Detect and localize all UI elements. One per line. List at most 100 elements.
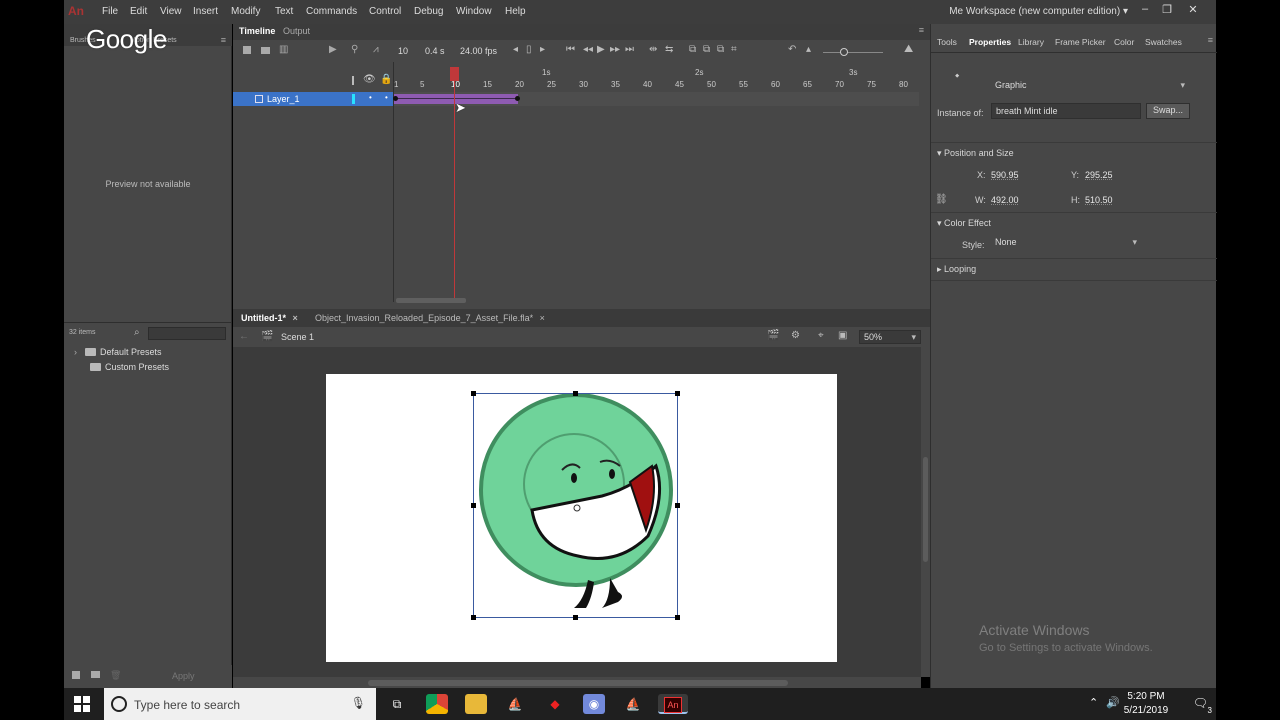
menu-edit[interactable]: Edit bbox=[130, 6, 147, 17]
list-item[interactable]: › Default Presets bbox=[74, 347, 162, 357]
new-folder-icon[interactable] bbox=[72, 671, 80, 679]
step-back-icon[interactable]: ◂ bbox=[513, 44, 518, 55]
menu-help[interactable]: Help bbox=[505, 6, 526, 17]
menu-text[interactable]: Text bbox=[275, 6, 293, 17]
vertical-scrollbar[interactable] bbox=[921, 347, 930, 677]
notification-icon[interactable]: 🗨 bbox=[1193, 696, 1208, 710]
last-frame-icon[interactable]: ⏭ bbox=[625, 44, 634, 55]
w-value[interactable]: 492.00 bbox=[991, 195, 1019, 205]
tab-color[interactable]: Color bbox=[1114, 37, 1134, 47]
timeline-scrollbar[interactable] bbox=[396, 298, 466, 303]
file-explorer-icon[interactable] bbox=[465, 694, 487, 714]
menu-modify[interactable]: Modify bbox=[231, 6, 260, 17]
layer-name[interactable]: Layer_1 bbox=[267, 94, 300, 104]
resize-handle[interactable] bbox=[675, 615, 680, 620]
microphone-icon[interactable]: 🎙 bbox=[351, 696, 366, 710]
layer-color-marker[interactable] bbox=[352, 94, 355, 104]
frame-marker-icon[interactable]: ▯ bbox=[526, 44, 532, 55]
tab-untitled-1[interactable]: Untitled-1* × bbox=[241, 313, 298, 323]
zoom-in-icon[interactable]: ⛰ bbox=[904, 43, 913, 56]
center-frame-icon[interactable]: ⇆ bbox=[665, 44, 673, 55]
taskbar-search[interactable]: Type here to search 🎙 bbox=[104, 688, 376, 720]
color-effect-section[interactable]: ▾ Color Effect bbox=[937, 218, 991, 229]
first-frame-icon[interactable]: ⏮ bbox=[566, 44, 575, 55]
trash-icon[interactable]: 🗑 bbox=[110, 670, 121, 681]
folder-icon[interactable] bbox=[91, 671, 100, 678]
position-size-section[interactable]: ▾ Position and Size bbox=[937, 148, 1014, 159]
frame-rate[interactable]: 24.00 fps bbox=[460, 46, 497, 56]
list-item[interactable]: Custom Presets bbox=[90, 362, 169, 372]
swap-button[interactable]: Swap... bbox=[1146, 103, 1190, 119]
prev-frame-icon[interactable]: ◂◂ bbox=[583, 44, 593, 55]
tab-timeline[interactable]: Timeline bbox=[239, 26, 275, 36]
resize-handle[interactable] bbox=[573, 391, 578, 396]
menu-file[interactable]: File bbox=[102, 6, 118, 17]
undo-icon[interactable]: ↶ bbox=[788, 44, 796, 55]
animate-taskbar-icon[interactable]: An bbox=[658, 694, 688, 714]
steam-icon[interactable]: ⛵ bbox=[622, 694, 644, 714]
resize-handle[interactable] bbox=[471, 615, 476, 620]
lock-dot-icon[interactable]: • bbox=[385, 93, 388, 102]
instance-of-field[interactable]: breath Mint idle bbox=[991, 103, 1141, 119]
scene-label[interactable]: Scene 1 bbox=[281, 332, 314, 342]
roblox-icon[interactable]: ◆ bbox=[544, 694, 566, 714]
symbol-type-select[interactable]: Graphic ▾ bbox=[991, 78, 1189, 94]
resize-handle[interactable] bbox=[675, 503, 680, 508]
onion-range-icon[interactable]: ⌗ bbox=[731, 44, 737, 55]
task-view-icon[interactable]: ⧉ bbox=[386, 694, 408, 714]
x-value[interactable]: 590.95 bbox=[991, 170, 1019, 180]
resize-handle[interactable] bbox=[471, 391, 476, 396]
step-forward-icon[interactable]: ▸ bbox=[540, 44, 545, 55]
resize-handle[interactable] bbox=[675, 391, 680, 396]
minimize-button[interactable]: – bbox=[1134, 3, 1156, 19]
zoom-select[interactable]: 50% ▾ bbox=[859, 330, 921, 344]
layer-row[interactable]: Layer_1 • • bbox=[233, 92, 393, 106]
scrollbar-thumb[interactable] bbox=[368, 680, 788, 686]
current-time[interactable]: 0.4 s bbox=[425, 46, 445, 56]
presets-search-input[interactable] bbox=[148, 327, 226, 340]
restore-button[interactable]: ❐ bbox=[1156, 3, 1178, 19]
tab-output[interactable]: Output bbox=[283, 26, 310, 36]
eye-icon[interactable]: 👁 bbox=[363, 74, 376, 85]
edit-scene-icon[interactable]: 🎬 bbox=[767, 330, 779, 341]
apply-button[interactable]: Apply bbox=[172, 671, 195, 681]
workspace-selector[interactable]: Me Workspace (new computer edition) ▾ bbox=[949, 6, 1128, 17]
selection-box[interactable] bbox=[473, 393, 678, 618]
slider-handle[interactable] bbox=[840, 48, 848, 56]
back-arrow-icon[interactable]: ← bbox=[239, 331, 249, 342]
menu-insert[interactable]: Insert bbox=[193, 6, 218, 17]
frame-ruler[interactable]: 1 5 10 15 20 25 30 35 40 45 50 55 60 65 … bbox=[394, 66, 919, 89]
clip-content-icon[interactable]: ▣ bbox=[838, 330, 847, 341]
keyframe-icon[interactable] bbox=[515, 96, 520, 101]
folder-icon[interactable] bbox=[261, 47, 270, 54]
tab-properties[interactable]: Properties bbox=[969, 37, 1011, 47]
tab-frame-picker[interactable]: Frame Picker bbox=[1055, 37, 1106, 47]
edit-multiple-icon[interactable]: ⧉ bbox=[717, 44, 724, 55]
trash-icon[interactable]: ▥ bbox=[279, 44, 288, 55]
loop-icon[interactable]: ⇹ bbox=[649, 44, 657, 55]
link-icon[interactable]: ⛓ bbox=[935, 194, 948, 205]
panel-menu-icon[interactable]: ≡ bbox=[1208, 35, 1213, 45]
close-button[interactable]: ✕ bbox=[1182, 3, 1204, 19]
keyframe-icon[interactable] bbox=[393, 96, 398, 101]
chevron-up-icon[interactable]: ⌃ bbox=[1089, 696, 1098, 709]
chrome-icon[interactable] bbox=[426, 694, 448, 714]
center-stage-icon[interactable]: ⌖ bbox=[818, 330, 824, 341]
panel-menu-icon[interactable]: ≡ bbox=[919, 25, 924, 35]
clock-time[interactable]: 5:20 PM bbox=[1116, 691, 1176, 702]
lock-icon[interactable]: 🔒 bbox=[380, 74, 392, 85]
looping-section[interactable]: ▸ Looping bbox=[937, 264, 976, 275]
onion-skin-icon[interactable]: ⧉ bbox=[689, 44, 696, 55]
close-icon[interactable]: × bbox=[293, 313, 298, 323]
tab-library[interactable]: Library bbox=[1018, 37, 1044, 47]
panel-menu-icon[interactable]: ≡ bbox=[221, 35, 226, 45]
onion-outline-icon[interactable]: ⧉ bbox=[703, 44, 710, 55]
discord-icon[interactable]: ◉ bbox=[583, 694, 605, 714]
timeline-zoom-slider[interactable] bbox=[823, 52, 883, 53]
layer-parent-icon[interactable]: ⚲ bbox=[351, 44, 358, 55]
style-select[interactable]: None ▾ bbox=[991, 235, 1141, 251]
close-icon[interactable]: × bbox=[540, 313, 545, 323]
menu-commands[interactable]: Commands bbox=[306, 6, 357, 17]
scrollbar-thumb[interactable] bbox=[923, 457, 928, 562]
steam-icon[interactable]: ⛵ bbox=[504, 694, 526, 714]
